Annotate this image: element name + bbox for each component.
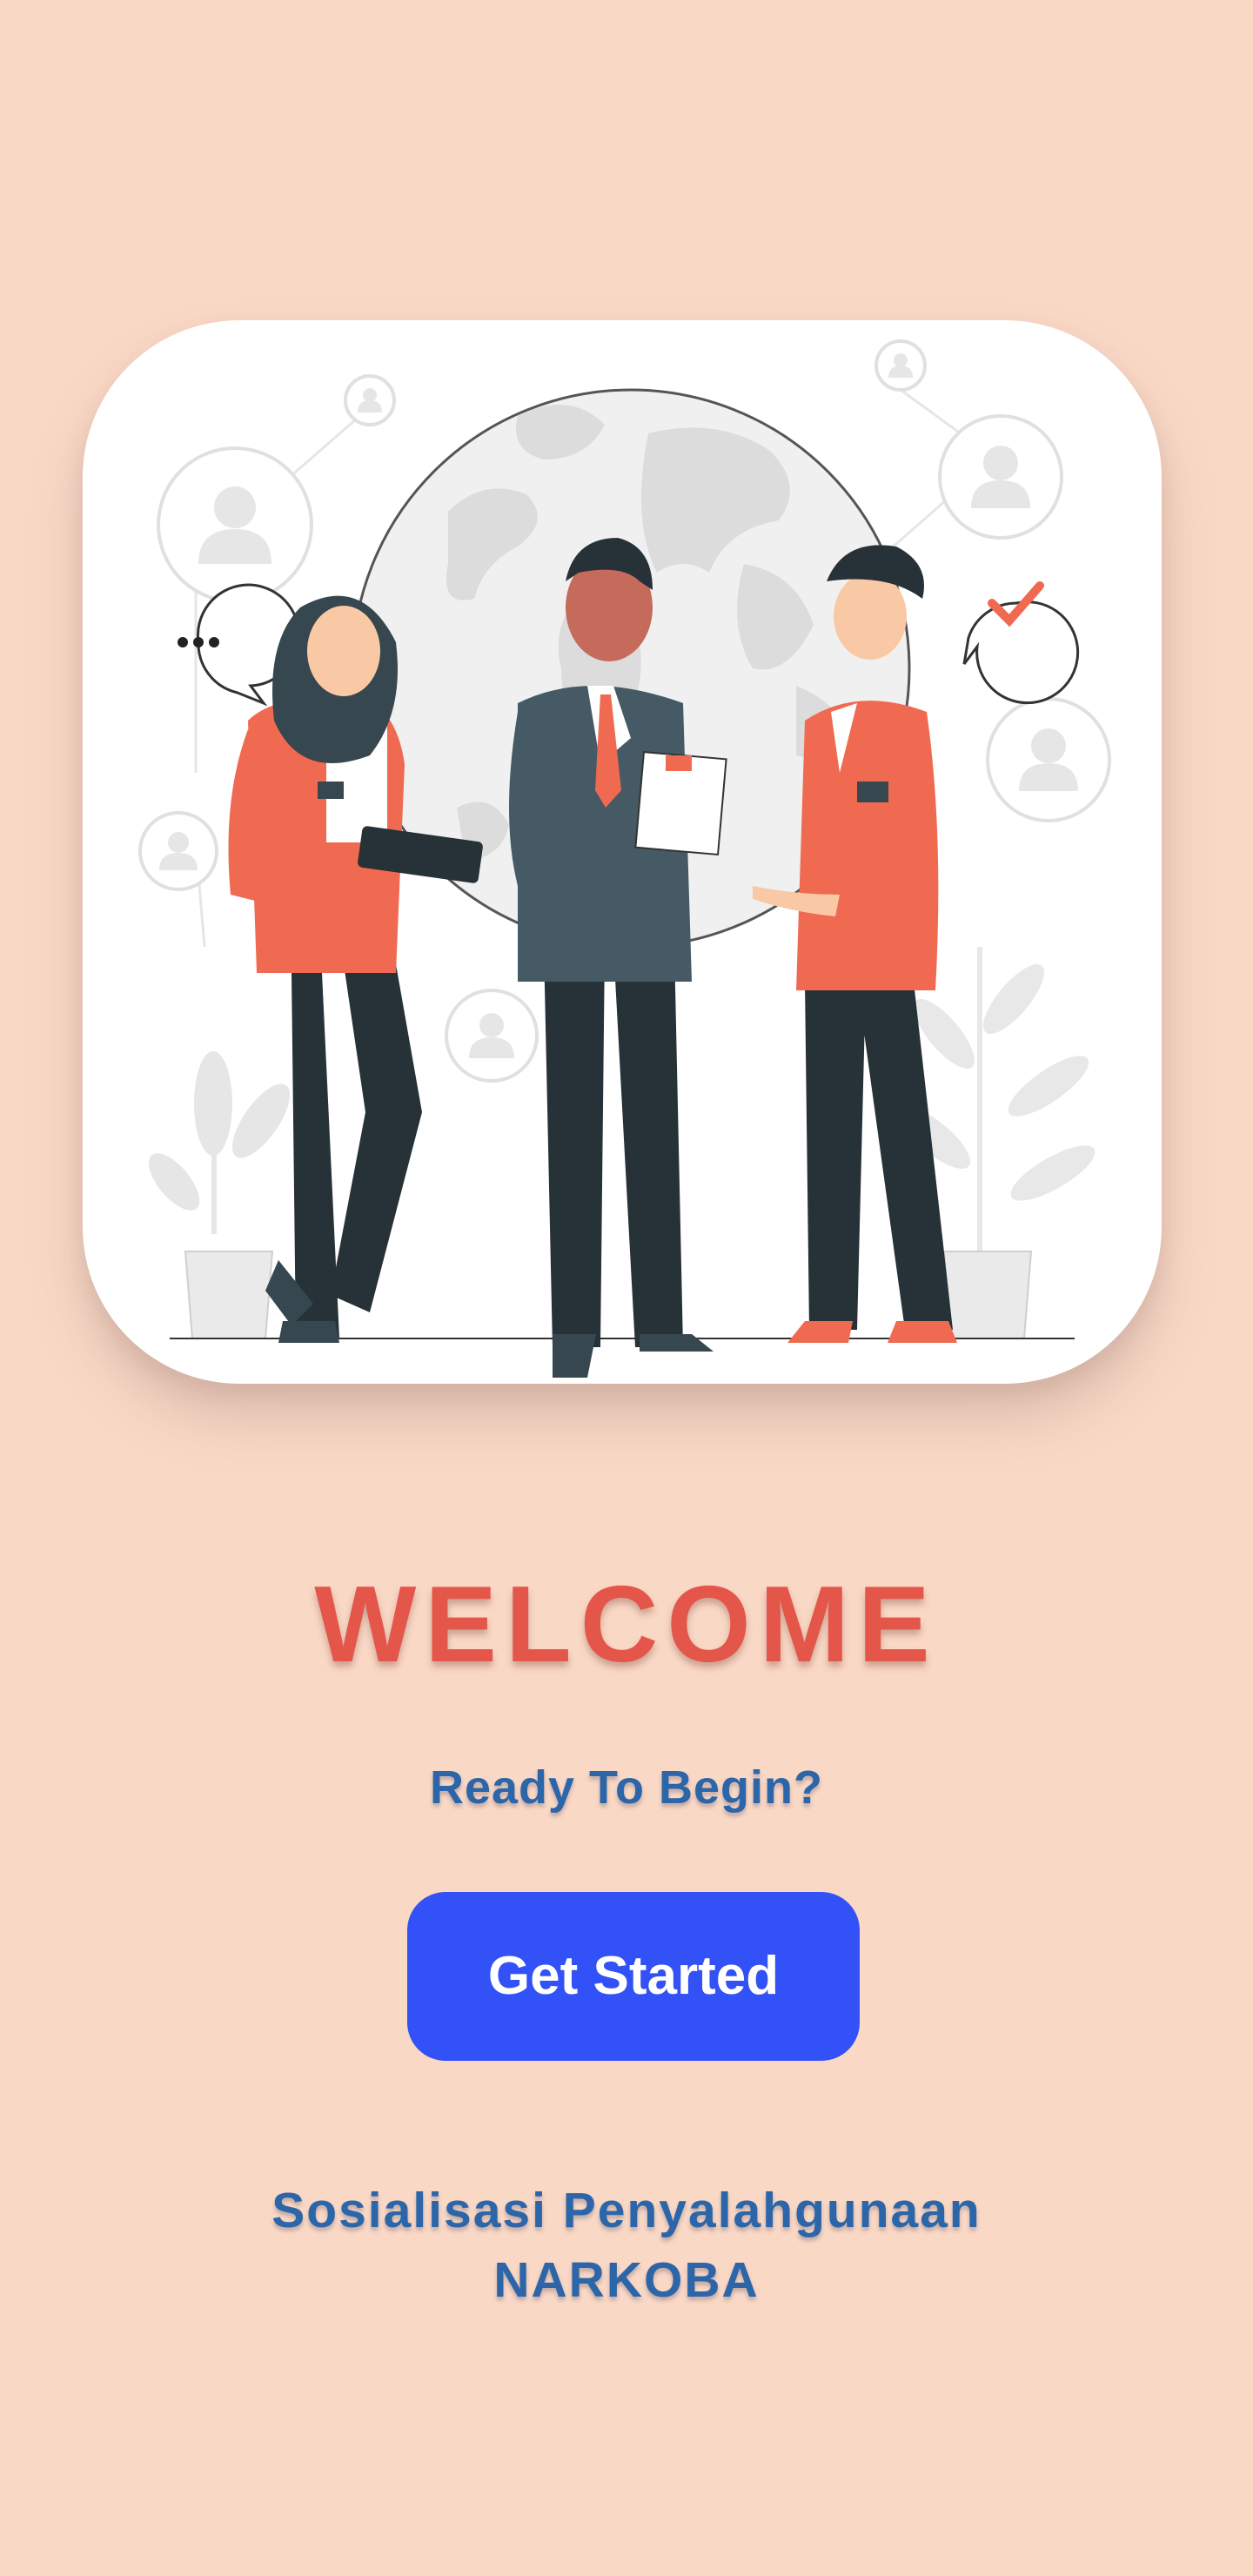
team-meeting-illustration (138, 339, 1111, 1378)
get-started-button[interactable]: Get Started (407, 1892, 860, 2061)
footer-line-2: NARKOBA (493, 2252, 760, 2308)
check-bubble-icon (962, 581, 1080, 705)
app-footer-title: Sosialisasi Penyalahgunaan NARKOBA (0, 2176, 1253, 2315)
welcome-title: WELCOME (314, 1565, 939, 1685)
hero-illustration-card (83, 320, 1162, 1384)
welcome-subtitle: Ready To Begin? (429, 1761, 824, 1814)
footer-line-1: Sosialisasi Penyalahgunaan (271, 2183, 982, 2238)
